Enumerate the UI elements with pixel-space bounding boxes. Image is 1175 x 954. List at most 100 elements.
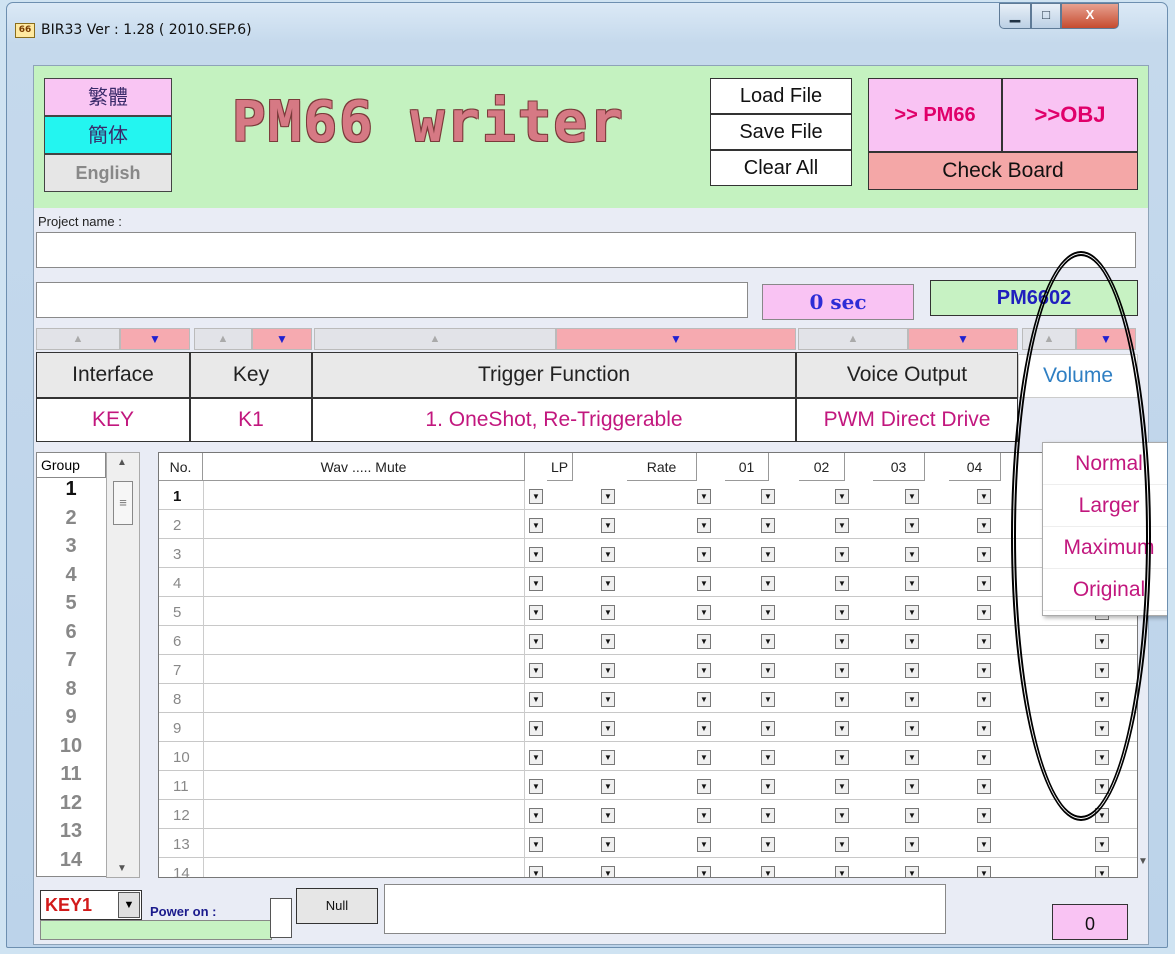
sort-up-icon[interactable]: ▲ [798, 328, 908, 350]
clear-all-button[interactable]: Clear All [710, 150, 852, 186]
group-item[interactable]: 14 [41, 849, 101, 872]
dropdown-arrow-icon[interactable]: ▼ [529, 634, 543, 649]
dropdown-arrow-icon[interactable]: ▼ [977, 837, 991, 852]
dropdown-arrow-icon[interactable]: ▼ [761, 866, 775, 877]
dropdown-arrow-icon[interactable]: ▼ [601, 547, 615, 562]
trigger-value[interactable]: 1. OneShot, Re-Triggerable [312, 398, 796, 442]
dropdown-arrow-icon[interactable]: ▼ [529, 750, 543, 765]
dropdown-arrow-icon[interactable]: ▼ [529, 547, 543, 562]
dropdown-arrow-icon[interactable]: ▼ [601, 605, 615, 620]
group-item[interactable]: 11 [41, 763, 101, 786]
dropdown-arrow-icon[interactable]: ▼ [905, 489, 919, 504]
dropdown-arrow-icon[interactable]: ▼ [905, 518, 919, 533]
dropdown-arrow-icon[interactable]: ▼ [761, 808, 775, 823]
dropdown-arrow-icon[interactable]: ▼ [601, 518, 615, 533]
group-item[interactable]: 5 [41, 592, 101, 615]
group-item[interactable]: 8 [41, 678, 101, 701]
dropdown-arrow-icon[interactable]: ▼ [835, 663, 849, 678]
dropdown-arrow-icon[interactable]: ▼ [835, 779, 849, 794]
table-row[interactable]: 11 ▼ ▼ ▼ ▼ ▼ ▼ ▼ ▼ [159, 771, 1137, 800]
dropdown-arrow-icon[interactable]: ▼ [835, 721, 849, 736]
lang-simplified-button[interactable]: 簡体 [44, 116, 172, 154]
dropdown-arrow-icon[interactable]: ▼ [905, 634, 919, 649]
dropdown-arrow-icon[interactable]: ▼ [529, 518, 543, 533]
scroll-thumb[interactable]: ≡ [113, 481, 133, 525]
dropdown-arrow-icon[interactable]: ▼ [697, 808, 711, 823]
dropdown-arrow-icon[interactable]: ▼ [835, 518, 849, 533]
dropdown-arrow-icon[interactable]: ▼ [977, 750, 991, 765]
dropdown-arrow-icon[interactable]: ▼ [761, 692, 775, 707]
group-item[interactable]: 1 [41, 478, 101, 501]
dropdown-arrow-icon[interactable]: ▼ [761, 837, 775, 852]
sort-down-icon[interactable]: ▼ [120, 328, 190, 350]
maximize-button[interactable]: □ [1031, 3, 1061, 29]
dropdown-arrow-icon[interactable]: ▼ [905, 866, 919, 877]
load-file-button[interactable]: Load File [710, 78, 852, 114]
sort-up-icon[interactable]: ▲ [314, 328, 556, 350]
dropdown-arrow-icon[interactable]: ▼ [977, 692, 991, 707]
dropdown-arrow-icon[interactable]: ▼ [1095, 692, 1109, 707]
group-item[interactable]: 10 [41, 735, 101, 758]
dropdown-arrow-icon[interactable]: ▼ [1095, 808, 1109, 823]
dropdown-arrow-icon[interactable]: ▼ [905, 837, 919, 852]
dropdown-arrow-icon[interactable]: ▼ [1095, 779, 1109, 794]
dropdown-arrow-icon[interactable]: ▼ [835, 489, 849, 504]
wav-cell[interactable] [203, 742, 525, 771]
interface-value[interactable]: KEY [36, 398, 190, 442]
dropdown-arrow-icon[interactable]: ▼ [601, 634, 615, 649]
group-item[interactable]: 6 [41, 621, 101, 644]
group-item[interactable]: 9 [41, 706, 101, 729]
sort-down-icon[interactable]: ▼ [556, 328, 796, 350]
dropdown-arrow-icon[interactable]: ▼ [529, 721, 543, 736]
dropdown-arrow-icon[interactable]: ▼ [977, 547, 991, 562]
dropdown-arrow-icon[interactable]: ▼ [1095, 750, 1109, 765]
dropdown-arrow-icon[interactable]: ▼ [697, 750, 711, 765]
dropdown-arrow-icon[interactable]: ▼ [697, 489, 711, 504]
dropdown-arrow-icon[interactable]: ▼ [1095, 721, 1109, 736]
volume-option[interactable]: Maximum [1043, 527, 1167, 569]
power-on-input[interactable] [384, 884, 946, 934]
dropdown-arrow-icon[interactable]: ▼ [761, 779, 775, 794]
wav-cell[interactable] [203, 858, 525, 877]
dropdown-arrow-icon[interactable]: ▼ [529, 837, 543, 852]
status-field[interactable] [36, 282, 748, 318]
dropdown-arrow-icon[interactable]: ▼ [1095, 837, 1109, 852]
group-item[interactable]: 13 [41, 820, 101, 843]
dropdown-arrow-icon[interactable]: ▼ [697, 721, 711, 736]
volume-dropdown-list[interactable]: Normal Larger Maximum Original [1042, 442, 1167, 616]
dropdown-arrow-icon[interactable]: ▼ [529, 779, 543, 794]
dropdown-arrow-icon[interactable]: ▼ [601, 576, 615, 591]
table-row[interactable]: 5▼▼▼▼▼▼▼▼ [159, 597, 1137, 626]
table-row[interactable]: 6 ▼ ▼ ▼ ▼ ▼ ▼ ▼ ▼ [159, 626, 1137, 655]
group-item[interactable]: 2 [41, 507, 101, 530]
dropdown-arrow-icon[interactable]: ▼ [529, 576, 543, 591]
dropdown-arrow-icon[interactable]: ▼ [697, 576, 711, 591]
dropdown-arrow-icon[interactable]: ▼ [601, 808, 615, 823]
group-scrollbar[interactable]: ▲ ≡ ▼ [106, 452, 140, 878]
check-board-button[interactable]: Check Board [868, 152, 1138, 190]
wav-cell[interactable] [203, 655, 525, 684]
dropdown-arrow-icon[interactable]: ▼ [697, 518, 711, 533]
volume-option[interactable]: Original [1043, 569, 1167, 611]
dropdown-arrow-icon[interactable]: ▼ [761, 721, 775, 736]
wav-cell[interactable] [203, 481, 525, 510]
wav-cell[interactable] [203, 597, 525, 626]
dropdown-arrow-icon[interactable]: ▼ [977, 576, 991, 591]
wav-cell[interactable] [203, 684, 525, 713]
minimize-button[interactable]: ▁ [999, 3, 1031, 29]
group-item[interactable]: 7 [41, 649, 101, 672]
dropdown-arrow-icon[interactable]: ▼ [977, 489, 991, 504]
wav-cell[interactable] [203, 568, 525, 597]
dropdown-arrow-icon[interactable]: ▼ [905, 605, 919, 620]
dropdown-arrow-icon[interactable]: ▼ [761, 489, 775, 504]
wav-cell[interactable] [203, 539, 525, 568]
dropdown-arrow-icon[interactable]: ▼ [761, 663, 775, 678]
table-row[interactable]: 3▼▼▼▼▼▼▼▼ [159, 539, 1137, 568]
group-item[interactable]: 12 [41, 792, 101, 815]
lang-traditional-button[interactable]: 繁體 [44, 78, 172, 116]
table-row[interactable]: 14 ▼ ▼ ▼ ▼ ▼ ▼ ▼ ▼ [159, 858, 1137, 877]
dropdown-arrow-icon[interactable]: ▼ [697, 634, 711, 649]
dropdown-arrow-icon[interactable]: ▼ [697, 605, 711, 620]
dropdown-arrow-icon[interactable]: ▼ [977, 605, 991, 620]
dropdown-arrow-icon[interactable]: ▼ [601, 866, 615, 877]
